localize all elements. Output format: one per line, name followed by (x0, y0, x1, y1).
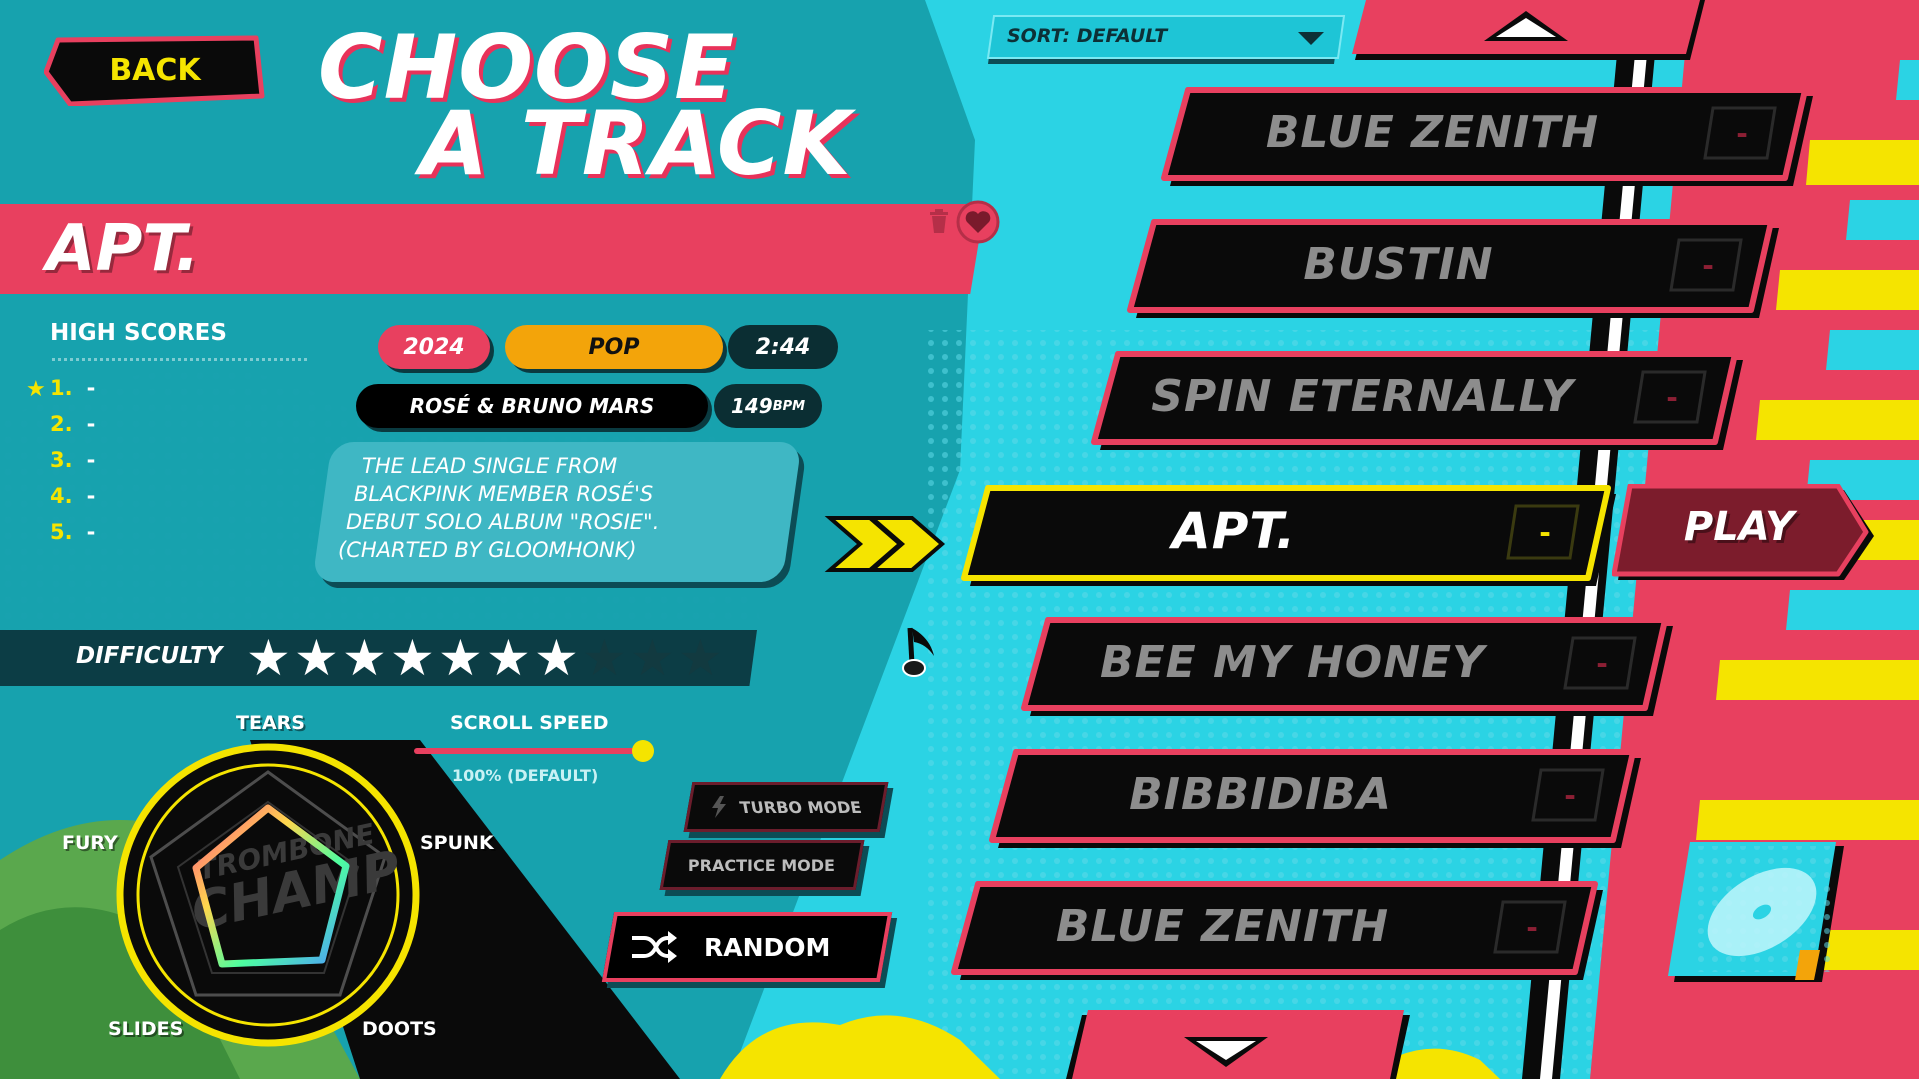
difficulty-star-filled: ★ (438, 629, 483, 687)
difficulty-star-filled: ★ (246, 629, 291, 687)
description-line: DEBUT SOLO ALBUM "ROSIE". (346, 510, 660, 534)
difficulty-star-filled: ★ (534, 629, 579, 687)
song-year-badge: 2024 (378, 325, 490, 369)
track-score: - (1666, 380, 1678, 414)
scroll-speed-label: SCROLL SPEED (450, 712, 609, 734)
radar-label-doots: DOOTS (362, 1018, 437, 1040)
practice-mode-label: PRACTICE MODE (688, 855, 836, 875)
difficulty-star-empty: ★ (678, 629, 723, 687)
track-item-selected[interactable]: APT. - (960, 484, 1618, 586)
song-artist-badge: ROSÉ & BRUNO MARS (356, 384, 708, 428)
play-button-label: PLAY (1683, 504, 1795, 550)
radar-label-spunk: SPUNK (420, 832, 494, 854)
high-score-row: 4. - (50, 484, 96, 508)
shuffle-icon (632, 931, 677, 963)
back-button[interactable]: BACK (44, 34, 266, 106)
description-line: THE LEAD SINGLE FROM (362, 454, 618, 478)
track-title: APT. (1172, 502, 1296, 560)
track-score: - (1564, 778, 1576, 812)
description-line: (CHARTED BY GLOOMHONK) (338, 538, 637, 562)
high-score-row: 5. - (50, 520, 96, 544)
triangle-up-icon[interactable] (1480, 8, 1572, 44)
music-note-icon (902, 627, 934, 677)
description-line: BLACKPINK MEMBER ROSÉ'S (354, 482, 654, 506)
song-bpm-badge: 149 BPM (714, 384, 822, 428)
random-button[interactable]: RANDOM (601, 912, 893, 982)
track-score: - (1702, 248, 1714, 282)
track-title: BEE MY HONEY (1100, 636, 1485, 688)
difficulty-label: DIFFICULTY (76, 643, 223, 669)
song-length-badge: 2:44 (728, 325, 838, 369)
trash-icon[interactable] (928, 208, 950, 234)
track-score: - (1736, 116, 1748, 150)
bpm-unit: BPM (772, 398, 806, 414)
sort-label: SORT: DEFAULT (1007, 25, 1168, 47)
scroll-speed-slider[interactable] (414, 748, 644, 754)
triangle-down-icon[interactable] (1180, 1034, 1272, 1070)
difficulty-star-empty: ★ (582, 629, 627, 687)
lightning-icon (712, 796, 727, 818)
track-item[interactable]: BLUE ZENITH - (950, 880, 1605, 980)
track-item[interactable]: BEE MY HONEY - (1020, 616, 1675, 716)
track-title: SPIN ETERNALLY (1151, 370, 1574, 422)
scroll-speed-handle[interactable] (632, 740, 654, 762)
high-score-row: 3. - (50, 448, 96, 472)
random-label: RANDOM (704, 932, 831, 962)
game-screen: TROMBONE CHAMP BACK CHOOSE A TRACK SORT:… (0, 0, 1919, 1079)
radar-label-slides: SLIDES (108, 1018, 184, 1040)
track-score: - (1539, 515, 1551, 549)
track-title: BLUE ZENITH (1055, 900, 1390, 952)
difficulty-star-filled: ★ (486, 629, 531, 687)
track-item[interactable]: BUSTIN - (1126, 218, 1781, 318)
album-art (1668, 842, 1844, 982)
turbo-mode-button[interactable]: TURBO MODE (683, 782, 889, 832)
track-item[interactable]: BIBBIDIBA - (988, 748, 1643, 848)
page-title-line2: A TRACK (420, 92, 852, 195)
chevron-down-icon (1298, 32, 1324, 45)
track-item[interactable]: BLUE ZENITH - (1160, 86, 1815, 186)
song-genre-badge: POP (505, 325, 723, 369)
track-title: BIBBIDIBA (1129, 768, 1392, 820)
song-title: APT. (46, 212, 200, 286)
difficulty-star-filled: ★ (390, 629, 435, 687)
song-description: THE LEAD SINGLE FROM BLACKPINK MEMBER RO… (334, 452, 794, 564)
practice-mode-button[interactable]: PRACTICE MODE (659, 840, 865, 890)
difficulty-star-empty: ★ (630, 629, 675, 687)
bpm-value: 149 (730, 394, 773, 418)
track-item[interactable]: SPIN ETERNALLY - (1090, 350, 1745, 450)
high-scores-divider (52, 358, 307, 361)
track-score: - (1596, 646, 1608, 680)
back-button-label: BACK (109, 52, 201, 88)
turbo-mode-label: TURBO MODE (738, 797, 864, 817)
radar-label-fury: FURY (62, 832, 118, 854)
radar-label-tears: TEARS (236, 712, 305, 734)
difficulty-star-filled: ★ (342, 629, 387, 687)
high-scores-title: HIGH SCORES (50, 320, 227, 346)
track-title: BUSTIN (1303, 238, 1494, 290)
track-title: BLUE ZENITH (1265, 106, 1600, 158)
high-score-row: 2. - (50, 412, 96, 436)
scroll-speed-value: 100% (DEFAULT) (452, 766, 599, 785)
star-icon: ★ (26, 377, 46, 402)
difficulty-star-filled: ★ (294, 629, 339, 687)
track-score: - (1526, 910, 1538, 944)
high-score-row: 1. - (50, 376, 96, 400)
heart-icon[interactable] (956, 200, 1000, 244)
